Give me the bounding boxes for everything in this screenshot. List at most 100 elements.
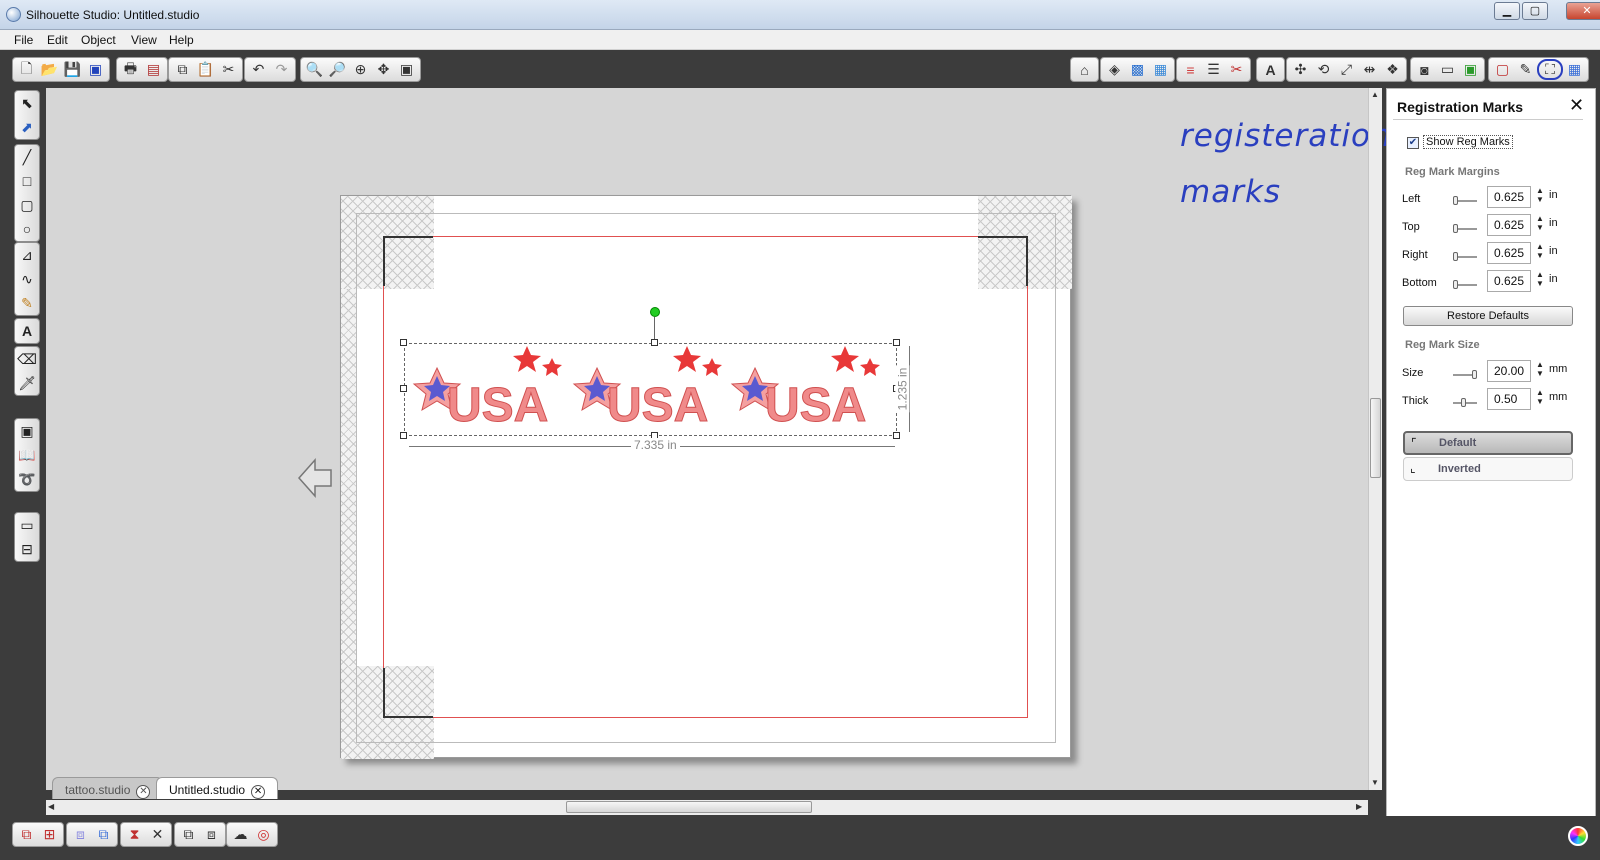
tab-tattoo[interactable]: tattoo.studio ✕ (52, 777, 164, 799)
rotate-icon[interactable]: ⟲ (1312, 59, 1335, 80)
registration-marks-icon[interactable]: ⛶ (1537, 59, 1563, 80)
cut-border-icon[interactable]: ▣ (15, 419, 39, 443)
book-icon[interactable]: 📖 (15, 443, 39, 467)
size-slider[interactable] (1453, 370, 1477, 379)
sketch-icon[interactable]: ✎ (1514, 59, 1537, 80)
zoom-out-icon[interactable]: 🔎 (326, 59, 349, 80)
open-file-icon[interactable]: 📂 (38, 59, 61, 80)
size-input[interactable]: 20.00 (1487, 360, 1531, 382)
trace-icon[interactable]: ▣ (1459, 59, 1482, 80)
scroll-down-icon[interactable]: ▼ (1371, 778, 1379, 787)
color-wheel-icon[interactable] (1568, 826, 1588, 846)
show-reg-marks-label[interactable]: Show Reg Marks (1423, 135, 1513, 149)
vertical-scrollbar[interactable]: ▲ ▼ (1368, 88, 1382, 790)
menu-file[interactable]: File (14, 33, 33, 47)
cut-settings-icon[interactable]: ▢ (1491, 59, 1514, 80)
minimize-button[interactable]: ▁ (1494, 2, 1520, 20)
redo-icon[interactable]: ↷ (270, 59, 293, 80)
copy-icon[interactable]: ⧉ (171, 59, 194, 80)
tab-close-icon[interactable]: ✕ (251, 785, 266, 799)
scroll-right-icon[interactable]: ▶ (1356, 802, 1362, 811)
margin-right-input[interactable]: 0.625 (1487, 242, 1531, 264)
horizontal-scroll-thumb[interactable] (566, 801, 812, 813)
menu-object[interactable]: Object (81, 33, 116, 47)
horizontal-scrollbar[interactable]: ◀ ▶ (46, 800, 1368, 815)
margin-bottom-spinner[interactable]: ▲ ▼ (1536, 270, 1544, 288)
page-view-icon[interactable]: ▭ (15, 513, 39, 537)
margin-left-slider[interactable] (1453, 196, 1477, 205)
cut-icon[interactable]: ✂ (217, 59, 240, 80)
paste-icon[interactable]: 📋 (194, 59, 217, 80)
text-tool-icon[interactable]: A (15, 319, 39, 343)
margin-left-input[interactable]: 0.625 (1487, 186, 1531, 208)
weld-icon[interactable]: ⧗ (123, 824, 146, 845)
thick-spinner[interactable]: ▲ ▼ (1536, 388, 1544, 406)
new-file-icon[interactable]: 🗋 (15, 59, 38, 80)
curve-tool-icon[interactable]: ∿ (15, 267, 39, 291)
resize-handle[interactable] (400, 385, 407, 392)
thick-slider[interactable] (1453, 398, 1477, 407)
margin-left-spinner[interactable]: ▲ ▼ (1536, 186, 1544, 204)
pattern-icon[interactable]: ▦ (1149, 59, 1172, 80)
page-setup-icon[interactable]: ▭ (1436, 59, 1459, 80)
grid-icon[interactable]: ▦ (1563, 59, 1586, 80)
ungroup-icon[interactable]: ⊞ (38, 824, 61, 845)
align-icon[interactable]: ✣ (1289, 59, 1312, 80)
resize-handle[interactable] (893, 339, 900, 346)
undo-icon[interactable]: ↶ (247, 59, 270, 80)
resize-handle[interactable] (651, 339, 658, 346)
rounded-rect-tool-icon[interactable]: ▢ (15, 193, 39, 217)
rotate-handle[interactable] (650, 307, 660, 317)
replicate-icon[interactable]: ❖ (1381, 59, 1404, 80)
margin-right-spinner[interactable]: ▲ ▼ (1536, 242, 1544, 260)
tab-untitled[interactable]: Untitled.studio ✕ (156, 777, 279, 799)
margin-top-slider[interactable] (1453, 224, 1477, 233)
gradient-icon[interactable]: ▩ (1126, 59, 1149, 80)
delete-icon[interactable]: ✕ (146, 824, 169, 845)
release-compound-icon[interactable]: ⧉ (92, 824, 115, 845)
line-color-icon[interactable]: ≡ (1179, 59, 1202, 80)
margin-bottom-slider[interactable] (1453, 280, 1477, 289)
panel-close-icon[interactable]: ✕ (1569, 95, 1584, 116)
tab-close-icon[interactable]: ✕ (136, 785, 151, 799)
show-reg-marks-checkbox[interactable]: ✔ (1407, 137, 1419, 149)
ellipse-tool-icon[interactable]: ○ (15, 217, 39, 241)
split-view-icon[interactable]: ⊟ (15, 537, 39, 561)
close-window-button[interactable]: ✕ (1566, 2, 1600, 20)
send-back-icon[interactable]: ⧈ (200, 824, 223, 845)
fill-color-icon[interactable]: ◈ (1103, 59, 1126, 80)
size-spinner[interactable]: ▲ ▼ (1536, 360, 1544, 378)
edit-points-icon[interactable]: ⬈ (15, 115, 39, 139)
zoom-in-icon[interactable]: 🔍 (303, 59, 326, 80)
library-icon[interactable]: ◙ (1413, 59, 1436, 80)
thick-input[interactable]: 0.50 (1487, 388, 1531, 410)
maximize-button[interactable]: ▢ (1522, 2, 1548, 20)
resize-handle[interactable] (893, 432, 900, 439)
pan-icon[interactable]: ✥ (372, 59, 395, 80)
lasso-icon[interactable]: ➰ (15, 467, 39, 491)
save-icon[interactable]: 💾 (61, 59, 84, 80)
restore-defaults-button[interactable]: Restore Defaults (1403, 306, 1573, 326)
menu-view[interactable]: View (131, 33, 157, 47)
store-icon[interactable]: ⌂ (1073, 59, 1096, 80)
select-tool-icon[interactable]: ⬉ (15, 91, 39, 115)
move-icon[interactable]: ⇹ (1358, 59, 1381, 80)
style-default-option[interactable]: ⌜ Default (1403, 431, 1573, 455)
target-icon[interactable]: ◎ (252, 824, 275, 845)
polygon-tool-icon[interactable]: ⊿ (15, 243, 39, 267)
group-icon[interactable]: ⧉ (15, 824, 38, 845)
text-style-icon[interactable]: A (1259, 59, 1282, 80)
offset-icon[interactable]: ☁ (229, 824, 252, 845)
zoom-select-icon[interactable]: ⊕ (349, 59, 372, 80)
scroll-left-icon[interactable]: ◀ (48, 802, 54, 811)
resize-handle[interactable] (400, 432, 407, 439)
margin-bottom-input[interactable]: 0.625 (1487, 270, 1531, 292)
menu-edit[interactable]: Edit (47, 33, 68, 47)
margin-top-spinner[interactable]: ▲ ▼ (1536, 214, 1544, 232)
cut-send-icon[interactable]: ▤ (142, 59, 165, 80)
menu-help[interactable]: Help (169, 33, 194, 47)
cut-style-icon[interactable]: ✂ (1225, 59, 1248, 80)
design-page[interactable]: USA USA USA 7.335 in 1.235 in (340, 195, 1072, 759)
resize-handle[interactable] (400, 339, 407, 346)
style-inverted-option[interactable]: ⌞ Inverted (1403, 457, 1573, 481)
